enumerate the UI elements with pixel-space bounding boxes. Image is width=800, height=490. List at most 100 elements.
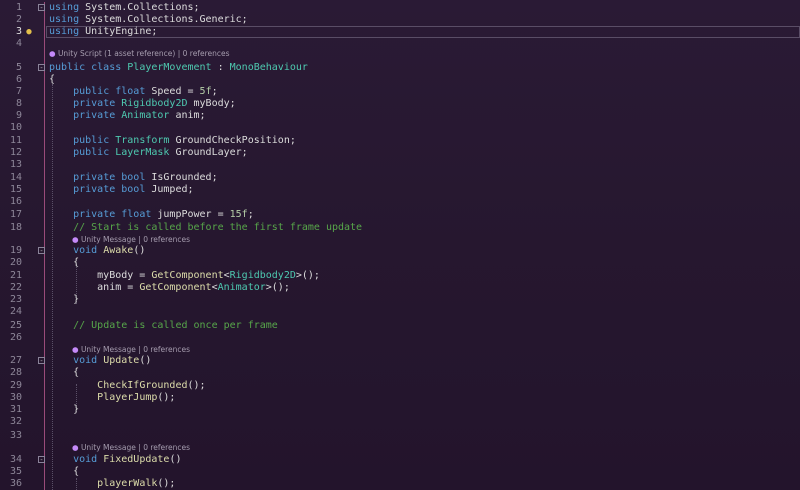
line-number: 4: [15, 38, 22, 49]
codelens-references[interactable]: ● Unity Message | 0 references: [72, 234, 190, 246]
code-line[interactable]: 30 PlayerJump();: [0, 392, 800, 404]
code-line[interactable]: 8 private Rigidbody2D myBody;: [0, 98, 800, 110]
code-token: void: [73, 355, 104, 366]
code-line[interactable]: 6{: [0, 74, 800, 86]
code-token: ;: [211, 86, 218, 97]
line-number: 1: [15, 2, 22, 13]
code-text: CheckIfGrounded();: [49, 380, 205, 392]
code-token: CheckIfGrounded: [97, 380, 188, 391]
codelens-references[interactable]: ● Unity Message | 0 references: [72, 344, 190, 356]
codelens-text: Unity Message | 0 references: [80, 345, 191, 354]
code-line[interactable]: 18 // Start is called before the first f…: [0, 222, 800, 234]
code-token: Update: [103, 355, 140, 366]
code-token: }: [49, 404, 80, 415]
lightbulb-icon[interactable]: ●: [23, 26, 35, 38]
line-number: 19: [9, 245, 22, 256]
code-line[interactable]: 23 }: [0, 294, 800, 306]
code-line[interactable]: 7 public float Speed = 5f;: [0, 86, 800, 98]
code-line[interactable]: 34 - void FixedUpdate(): [0, 454, 800, 466]
code-line[interactable]: 11 public Transform GroundCheckPosition;: [0, 135, 800, 147]
code-line[interactable]: 35 {: [0, 466, 800, 478]
line-number: 36: [9, 478, 22, 489]
code-token: public: [73, 135, 116, 146]
line-number: 12: [9, 147, 22, 158]
code-line[interactable]: 17 private float jumpPower = 15f;: [0, 209, 800, 221]
line-number: 16: [9, 196, 22, 207]
code-token: GroundCheckPosition;: [169, 135, 296, 146]
code-token: FixedUpdate: [103, 454, 170, 465]
code-text: myBody = GetComponent<Rigidbody2D>();: [49, 270, 320, 282]
code-token: System.Collections.Generic;: [79, 14, 248, 25]
code-token: private: [73, 110, 122, 121]
collapse-icon[interactable]: -: [38, 357, 45, 365]
line-number: 5: [15, 62, 22, 73]
code-line[interactable]: 12 public LayerMask GroundLayer;: [0, 147, 800, 159]
unity-icon: ●: [72, 443, 81, 452]
code-token: GetComponent: [139, 282, 212, 293]
code-line[interactable]: 14 private bool IsGrounded;: [0, 172, 800, 184]
code-editor[interactable]: 1- using System.Collections; 2 using System…: [0, 0, 800, 490]
code-line[interactable]: 19 - void Awake(): [0, 245, 800, 257]
code-token: void: [73, 245, 104, 256]
code-token: Jumped;: [151, 184, 194, 195]
code-line[interactable]: 24: [0, 306, 800, 318]
line-number: 34: [9, 454, 22, 465]
code-token: Speed =: [151, 86, 200, 97]
code-token: {: [49, 257, 80, 268]
code-text: using System.Collections.Generic;: [49, 14, 248, 26]
code-line[interactable]: 15 private bool Jumped;: [0, 184, 800, 196]
codelens-references[interactable]: ● Unity Message | 0 references: [72, 442, 190, 454]
code-line[interactable]: 32: [0, 416, 800, 428]
code-line[interactable]: 3 ● using UnityEngine;: [0, 26, 800, 38]
code-text: }: [49, 294, 79, 306]
code-line[interactable]: 31 }: [0, 404, 800, 416]
collapse-icon[interactable]: -: [38, 4, 45, 12]
code-line[interactable]: 1 - using System.Collections;: [0, 2, 800, 14]
code-token: // Update is called once per frame: [73, 320, 278, 331]
code-token: >();: [265, 282, 290, 293]
code-line[interactable]: 13: [0, 159, 800, 171]
code-line[interactable]: 25 // Update is called once per frame: [0, 320, 800, 332]
code-line[interactable]: 26: [0, 332, 800, 344]
code-token: GroundLayer;: [169, 147, 248, 158]
code-line[interactable]: 5 - public class PlayerMovement : MonoBeha…: [0, 62, 800, 74]
collapse-icon[interactable]: -: [38, 456, 45, 464]
code-token: jumpPower =: [157, 209, 230, 220]
line-number: 18: [9, 222, 22, 233]
collapse-icon[interactable]: -: [38, 247, 45, 255]
code-token: >();: [295, 270, 320, 281]
code-line[interactable]: 29 CheckIfGrounded();: [0, 380, 800, 392]
code-text: }: [49, 404, 79, 416]
code-token: UnityEngine;: [79, 26, 158, 37]
code-text: void Awake(): [49, 245, 145, 257]
code-text: using System.Collections;: [49, 2, 200, 14]
code-line[interactable]: 16: [0, 196, 800, 208]
code-token: Rigidbody2D: [121, 98, 188, 109]
code-line[interactable]: 21 myBody = GetComponent<Rigidbody2D>();: [0, 270, 800, 282]
code-token: }: [49, 294, 80, 305]
code-line[interactable]: 33: [0, 430, 800, 442]
codelens-references[interactable]: ● Unity Script (1 asset reference) | 0 r…: [49, 48, 230, 60]
line-number: 15: [9, 184, 22, 195]
line-number: 23: [9, 294, 22, 305]
code-line[interactable]: 22 anim = GetComponent<Animator>();: [0, 282, 800, 294]
unity-icon: ●: [49, 49, 58, 58]
code-line[interactable]: 2 using System.Collections.Generic;: [0, 14, 800, 26]
code-line[interactable]: 9 private Animator anim;: [0, 110, 800, 122]
line-number: 13: [9, 159, 22, 170]
code-line[interactable]: 27 - void Update(): [0, 355, 800, 367]
code-token: public class: [49, 62, 128, 73]
code-token: ();: [157, 392, 176, 403]
code-line[interactable]: 20 {: [0, 257, 800, 269]
code-token: ;: [247, 209, 254, 220]
code-line[interactable]: 36 playerWalk();: [0, 478, 800, 490]
code-line[interactable]: 10: [0, 122, 800, 134]
codelens-text: Unity Script (1 asset reference) | 0 ref…: [57, 49, 230, 58]
code-line[interactable]: 28 {: [0, 367, 800, 379]
line-number: 25: [9, 320, 22, 331]
collapse-icon[interactable]: -: [38, 64, 45, 72]
